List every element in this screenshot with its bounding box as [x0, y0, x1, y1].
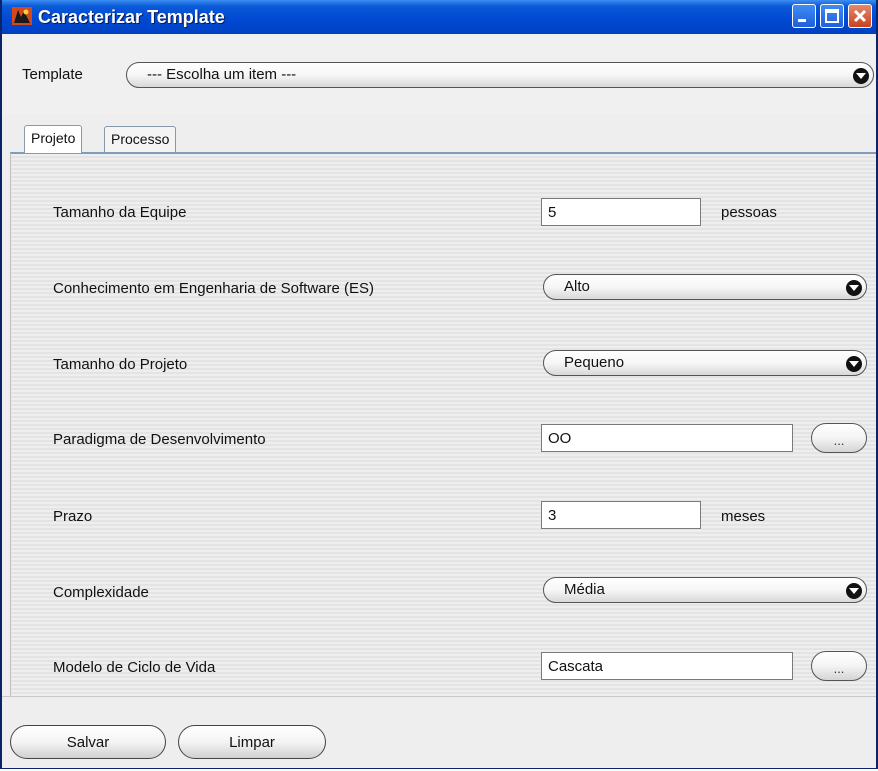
- close-button[interactable]: [848, 4, 872, 28]
- ciclo-vida-browse-button[interactable]: ...: [811, 651, 867, 681]
- tamanho-equipe-input[interactable]: 5: [541, 198, 701, 226]
- tab-processo[interactable]: Processo: [104, 126, 177, 152]
- conhecimento-es-select[interactable]: Alto: [543, 274, 867, 300]
- complexidade-value: Média: [564, 581, 605, 598]
- tab-container: Projeto Processo Tamanho da Equipe 5 pes…: [10, 118, 876, 696]
- chevron-down-icon: [846, 280, 862, 296]
- prazo-label: Prazo: [53, 508, 93, 525]
- template-select-value: --- Escolha um item ---: [147, 66, 297, 83]
- app-icon: [12, 7, 32, 25]
- tab-processo-label: Processo: [111, 131, 170, 147]
- conhecimento-es-label: Conhecimento em Engenharia de Software (…: [53, 280, 375, 297]
- tab-panel-projeto: Tamanho da Equipe 5 pessoas Conhecimento…: [10, 152, 876, 696]
- complexidade-select[interactable]: Média: [543, 577, 867, 603]
- paradigma-browse-button[interactable]: ...: [811, 423, 867, 453]
- paradigma-input[interactable]: OO: [541, 424, 793, 452]
- template-row: Template --- Escolha um item ---: [2, 34, 876, 114]
- window: Caracterizar Template Template --- Escol…: [0, 0, 878, 769]
- template-select[interactable]: --- Escolha um item ---: [126, 62, 874, 88]
- tamanho-projeto-label: Tamanho do Projeto: [53, 356, 188, 373]
- minimize-icon: [798, 19, 806, 22]
- ciclo-vida-label: Modelo de Ciclo de Vida: [53, 659, 216, 676]
- prazo-unit: meses: [721, 508, 766, 525]
- salvar-button[interactable]: Salvar: [10, 725, 166, 759]
- tab-projeto-label: Projeto: [31, 130, 76, 146]
- complexidade-label: Complexidade: [53, 584, 149, 601]
- chevron-down-icon: [846, 583, 862, 599]
- window-title: Caracterizar Template: [38, 7, 225, 27]
- prazo-input[interactable]: 3: [541, 501, 701, 529]
- tamanho-projeto-value: Pequeno: [564, 354, 625, 371]
- tab-projeto[interactable]: Projeto: [24, 125, 83, 153]
- ciclo-vida-input[interactable]: Cascata: [541, 652, 793, 680]
- chevron-down-icon: [846, 356, 862, 372]
- maximize-button[interactable]: [820, 4, 844, 28]
- tamanho-equipe-label: Tamanho da Equipe: [53, 204, 187, 221]
- tamanho-equipe-unit: pessoas: [721, 204, 777, 221]
- chevron-down-icon: [853, 68, 869, 84]
- template-label: Template: [22, 66, 83, 83]
- tamanho-projeto-select[interactable]: Pequeno: [543, 350, 867, 376]
- button-bar: Salvar Limpar: [2, 696, 876, 768]
- title-bar[interactable]: Caracterizar Template: [2, 0, 876, 34]
- conhecimento-es-value: Alto: [564, 278, 590, 295]
- limpar-button[interactable]: Limpar: [178, 725, 326, 759]
- maximize-icon: [825, 9, 839, 23]
- close-icon: [853, 9, 867, 23]
- minimize-button[interactable]: [792, 4, 816, 28]
- paradigma-label: Paradigma de Desenvolvimento: [53, 431, 266, 448]
